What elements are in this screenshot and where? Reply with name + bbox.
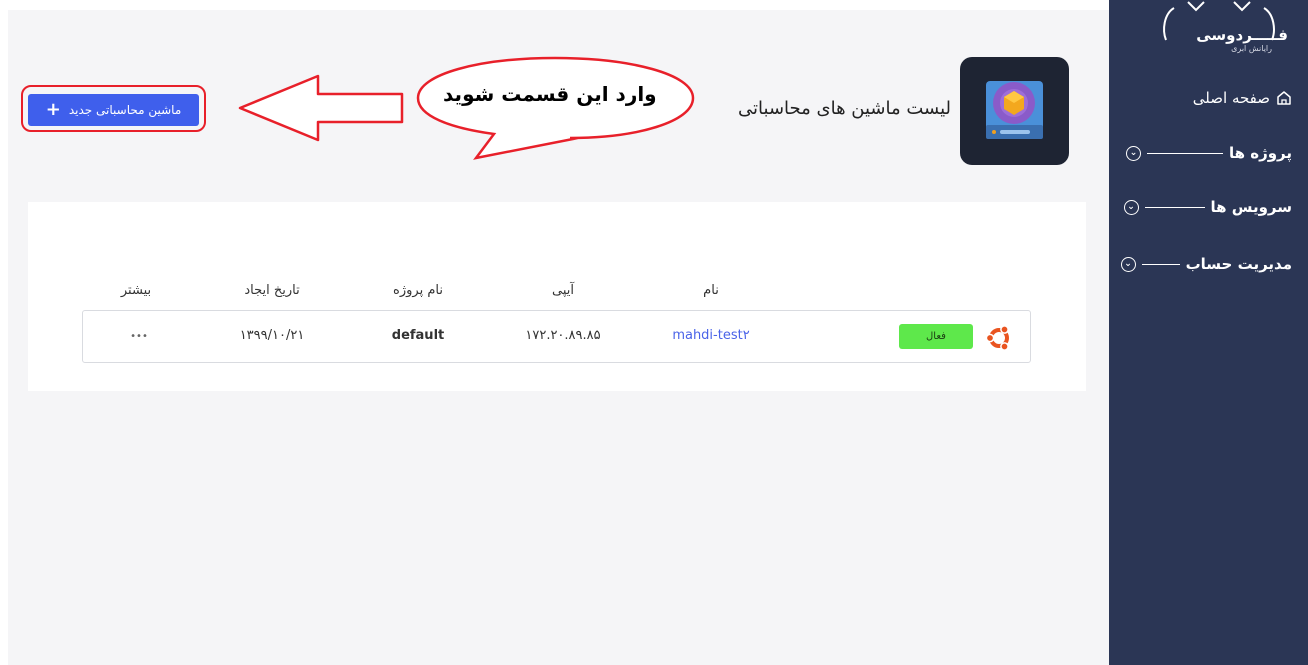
- machine-ip: ۱۷۲.۲۰.۸۹.۸۵: [525, 328, 601, 343]
- sidebar-item-label: پروژه ها: [1228, 144, 1292, 162]
- callout-bubble: [416, 56, 695, 160]
- callout-text: وارد این قسمت شوید: [443, 82, 657, 106]
- column-header-ip: آیپی: [552, 283, 574, 298]
- logo-subtitle: رایانش ابری: [1231, 44, 1272, 53]
- sidebar-item-projects[interactable]: پروژه ها ⌄: [1125, 144, 1292, 162]
- machine-created-date: ۱۳۹۹/۱۰/۲۱: [239, 328, 305, 343]
- column-header-project: نام پروژه: [393, 283, 443, 298]
- plus-icon: +: [45, 99, 61, 120]
- sidebar-item-services[interactable]: سرویس ها ⌄: [1123, 198, 1293, 216]
- annotation-arrow: [238, 74, 404, 142]
- chevron-down-icon: ⌄: [1120, 256, 1136, 272]
- sidebar-item-home[interactable]: صفحه اصلی: [1193, 89, 1292, 107]
- divider-line: [1146, 152, 1223, 154]
- page-title: لیست ماشین های محاسباتی: [738, 98, 951, 119]
- machine-name-link[interactable]: mahdi-test۲: [672, 328, 749, 343]
- machine-project: default: [391, 328, 445, 343]
- logo-title: فـــــردوسی: [1196, 26, 1288, 44]
- status-badge: فعال: [899, 324, 973, 349]
- column-header-more: بیشتر: [120, 283, 152, 298]
- column-header-created: تاریخ ایجاد: [244, 283, 300, 298]
- sidebar-item-label: سرویس ها: [1210, 198, 1293, 216]
- divider-line: [1144, 206, 1205, 208]
- divider-line: [1141, 263, 1180, 265]
- ubuntu-icon: [985, 325, 1009, 351]
- more-options-button[interactable]: •••: [130, 331, 148, 342]
- compute-app-icon: [960, 57, 1069, 165]
- new-button-label: ماشین محاسباتی جدید: [68, 103, 182, 117]
- new-compute-machine-button[interactable]: ماشین محاسباتی جدید +: [28, 94, 199, 126]
- home-icon: [1277, 91, 1291, 105]
- sidebar-item-account[interactable]: مدیریت حساب ⌄: [1120, 255, 1292, 273]
- column-header-name: نام: [703, 283, 719, 298]
- sidebar-item-label: مدیریت حساب: [1185, 255, 1292, 273]
- chevron-down-icon: ⌄: [1123, 199, 1139, 215]
- chevron-down-icon: ⌄: [1125, 145, 1141, 161]
- sidebar-item-label: صفحه اصلی: [1192, 89, 1270, 107]
- sidebar: فـــــردوسی رایانش ابری صفحه اصلی پروژه …: [1109, 0, 1308, 665]
